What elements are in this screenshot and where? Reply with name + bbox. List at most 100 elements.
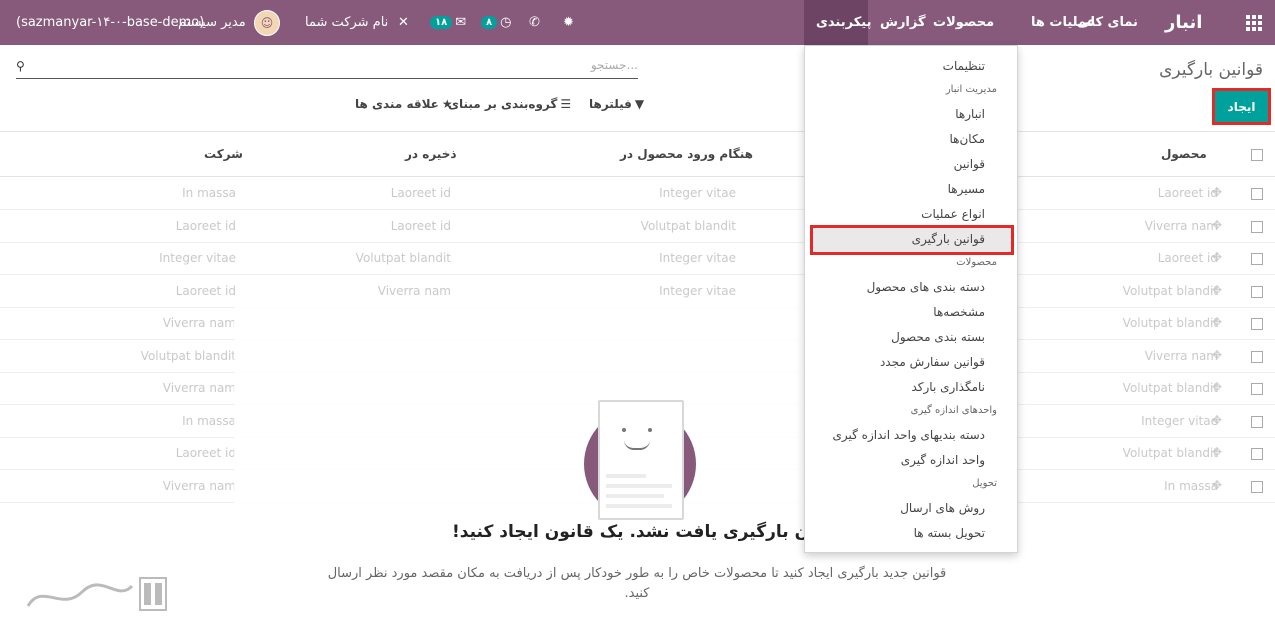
help-line bbox=[606, 484, 672, 488]
watermark-logo bbox=[22, 572, 172, 622]
row-checkbox[interactable] bbox=[1251, 318, 1263, 330]
cell-product: Volutpat blandit bbox=[1122, 381, 1218, 395]
menu-operation-types[interactable]: انواع عملیات bbox=[921, 207, 985, 221]
cell-company: Laoreet id bbox=[175, 446, 236, 460]
menu-uom[interactable]: واحد اندازه گیری bbox=[901, 453, 985, 467]
menu-attributes[interactable]: مشخصه‌ها bbox=[933, 305, 985, 319]
cell-location-in: Integer vitae bbox=[659, 251, 736, 265]
column-location-in[interactable]: هنگام ورود محصول در bbox=[620, 147, 753, 161]
menu-reporting[interactable]: گزارش bbox=[868, 0, 938, 45]
table-header: محصول هنگام ورود محصول در ذخیره در شرکت bbox=[0, 131, 1275, 177]
favorites-button[interactable]: ★ علاقه مندی ها bbox=[355, 97, 453, 111]
activity-count-badge: ۸ bbox=[481, 16, 498, 29]
cell-product: Viverra nam bbox=[1144, 348, 1218, 363]
section-delivery: تحویل bbox=[972, 478, 997, 489]
filters-button[interactable]: ▼ فیلترها bbox=[589, 97, 644, 111]
cell-product: Volutpat blandit bbox=[1122, 446, 1218, 460]
column-store-to[interactable]: ذخیره در bbox=[405, 147, 457, 161]
cell-store-to: Viverra nam bbox=[377, 283, 451, 298]
tools-icon[interactable]: ✕ bbox=[398, 0, 409, 45]
column-company[interactable]: شرکت bbox=[204, 147, 243, 161]
menu-settings[interactable]: تنظیمات bbox=[943, 59, 985, 73]
menu-operations[interactable]: عملیات ها bbox=[1019, 0, 1108, 45]
help-line bbox=[606, 474, 646, 478]
top-navbar: انبار نمای کلی عملیات ها محصولات گزارش پ… bbox=[0, 0, 1275, 45]
menu-shipping-methods[interactable]: روش های ارسال bbox=[900, 501, 985, 515]
cell-product: Laoreet id bbox=[1157, 251, 1218, 265]
menu-uom-categories[interactable]: دسته بندیهای واحد اندازه گیری bbox=[833, 428, 985, 442]
row-checkbox[interactable] bbox=[1251, 448, 1263, 460]
empty-state-document-icon bbox=[598, 400, 684, 520]
menu-product-categories[interactable]: دسته بندی های محصول bbox=[867, 280, 985, 294]
cell-location-in: Integer vitae bbox=[659, 186, 736, 200]
menu-product-packagings[interactable]: بسته بندی محصول bbox=[891, 330, 985, 344]
activity-button[interactable]: ۸ ◷ bbox=[478, 0, 511, 45]
menu-putaway-rules-label: قوانین بارگیری bbox=[911, 232, 985, 246]
menu-rules[interactable]: قوانین bbox=[954, 157, 985, 171]
cell-product: Volutpat blandit bbox=[1122, 283, 1218, 298]
column-product[interactable]: محصول bbox=[1161, 147, 1207, 161]
app-brand[interactable]: انبار bbox=[1165, 0, 1202, 45]
row-checkbox[interactable] bbox=[1251, 285, 1263, 298]
company-switcher[interactable]: نام شرکت شما bbox=[305, 0, 388, 45]
cell-company: In massa bbox=[182, 413, 236, 428]
table-row[interactable]: ✥ Laoreet id Integer vitae Laoreet id In mas… bbox=[0, 178, 1275, 210]
avatar[interactable]: ☺ bbox=[254, 0, 280, 45]
group-by-label: گروه‌بندی بر مبنای bbox=[448, 97, 558, 111]
search-input[interactable]: جستجو... bbox=[591, 58, 638, 72]
cell-product: Viverra nam bbox=[1144, 218, 1218, 233]
cell-product: Integer vitae bbox=[1141, 413, 1218, 428]
list-icon: ☰ bbox=[560, 97, 572, 111]
help-eye-right bbox=[648, 428, 652, 432]
section-products: محصولات bbox=[956, 257, 997, 268]
star-icon: ★ bbox=[441, 97, 453, 111]
favorites-label: علاقه مندی ها bbox=[355, 97, 439, 111]
cell-company: In massa bbox=[182, 186, 236, 200]
create-button[interactable]: ایجاد bbox=[1212, 88, 1271, 125]
cell-company: Laoreet id bbox=[175, 283, 236, 298]
row-checkbox[interactable] bbox=[1251, 383, 1263, 395]
filters-label: فیلترها bbox=[589, 97, 632, 111]
table-row[interactable]: ✥ Viverra nam Volutpat blandit Laoreet id La… bbox=[0, 211, 1275, 243]
row-checkbox[interactable] bbox=[1251, 188, 1263, 200]
cell-company: Volutpat blandit bbox=[140, 348, 236, 363]
row-checkbox[interactable] bbox=[1251, 415, 1263, 428]
cell-product: Volutpat blandit bbox=[1122, 316, 1218, 330]
menu-locations[interactable]: مکان‌ها bbox=[949, 132, 985, 146]
messages-count-badge: ۱۸ bbox=[430, 16, 453, 29]
row-checkbox[interactable] bbox=[1251, 253, 1263, 265]
row-checkbox[interactable] bbox=[1251, 350, 1263, 363]
user-avatar-icon: ☺ bbox=[254, 9, 280, 36]
cell-store-to: Laoreet id bbox=[390, 186, 451, 200]
table-row[interactable]: ✥ Laoreet id Integer vitae Volutpat blandit… bbox=[0, 243, 1275, 275]
menu-barcode-nomenclature[interactable]: نامگذاری بارکد bbox=[912, 380, 986, 394]
cell-location-in: Integer vitae bbox=[659, 283, 736, 298]
apps-menu-button[interactable] bbox=[1244, 0, 1264, 45]
phone-icon[interactable]: ✆ bbox=[529, 0, 540, 45]
menu-warehouses[interactable]: انبارها bbox=[955, 107, 985, 121]
configuration-dropdown: تنظیمات مدیریت انبار انبارها مکان‌ها قوا… bbox=[804, 45, 1018, 553]
search-icon[interactable]: ⚲ bbox=[16, 59, 25, 73]
help-line bbox=[606, 494, 664, 498]
empty-state-description: قوانین جدید بارگیری ایجاد کنید تا محصولا… bbox=[327, 566, 947, 601]
chat-icon: ✉ bbox=[455, 15, 467, 30]
database-name: (sazmanyar-۱۴-۰-base-demo) bbox=[16, 15, 205, 30]
cell-company: Integer vitae bbox=[159, 251, 236, 265]
menu-delivery-packages[interactable]: تحویل بسته ها bbox=[914, 526, 985, 540]
section-units-of-measure: واحدهای اندازه گیری bbox=[910, 405, 997, 416]
row-checkbox[interactable] bbox=[1251, 480, 1263, 493]
select-all-checkbox[interactable] bbox=[1251, 149, 1263, 161]
cell-company: Viverra nam bbox=[162, 316, 236, 330]
menu-configuration[interactable]: پیکربندی bbox=[804, 0, 871, 45]
group-by-button[interactable]: ☰ گروه‌بندی بر مبنای bbox=[448, 97, 571, 111]
cell-company: Viverra nam bbox=[162, 478, 236, 493]
cell-location-in: Volutpat blandit bbox=[640, 218, 736, 233]
menu-routes[interactable]: مسیرها bbox=[948, 182, 985, 196]
row-checkbox[interactable] bbox=[1251, 220, 1263, 233]
messaging-button[interactable]: ۱۸ ✉ bbox=[427, 0, 466, 45]
menu-reordering-rules[interactable]: قوانین سفارش مجدد bbox=[880, 355, 985, 369]
cell-product: Laoreet id bbox=[1157, 186, 1218, 200]
search-box[interactable]: جستجو... ⚲ bbox=[16, 56, 638, 79]
bug-icon[interactable]: ✹ bbox=[563, 0, 574, 45]
help-eye-left bbox=[622, 428, 626, 432]
